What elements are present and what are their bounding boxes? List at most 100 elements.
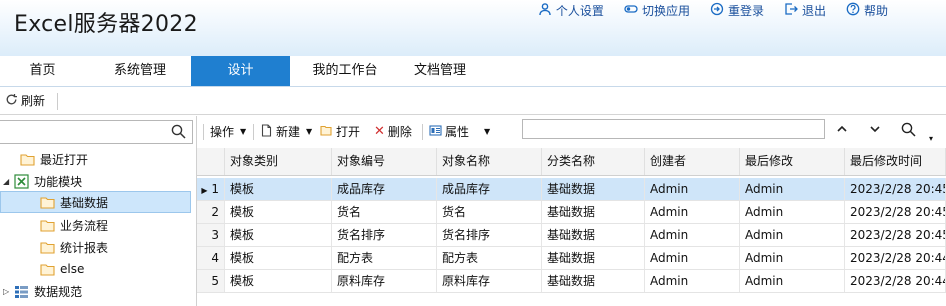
refresh-button[interactable]: 刷新 — [5, 92, 45, 109]
table-cell[interactable]: Admin — [645, 224, 740, 246]
main-nav: 首页 系统管理 设计 我的工作台 文档管理 — [0, 56, 946, 87]
table-cell[interactable]: 模板 — [225, 201, 332, 223]
table-cell[interactable]: Admin — [645, 270, 740, 292]
personal-settings-link[interactable]: 个人设置 — [538, 2, 604, 19]
tree-item-business-process[interactable]: 业务流程 — [40, 214, 108, 236]
table-cell[interactable]: 模板 — [225, 178, 332, 200]
tree-item-function-modules[interactable]: ◢ 功能模块 — [3, 170, 82, 192]
table-cell[interactable]: 原料库存 — [332, 270, 437, 292]
column-header[interactable]: 最后修改时间 — [845, 148, 946, 175]
table-cell[interactable]: 基础数据 — [542, 247, 645, 269]
switch-app-link[interactable]: 切换应用 — [624, 2, 690, 19]
folder-icon — [20, 153, 35, 166]
table-cell[interactable]: 基础数据 — [542, 224, 645, 246]
properties-button[interactable]: 属性 ▼ — [429, 123, 490, 140]
table-cell[interactable]: Admin — [740, 201, 845, 223]
app-header: Excel服务器2022 个人设置 切换应用 重登录 退出 帮助 — [0, 0, 946, 60]
tab-design[interactable]: 设计 — [191, 56, 290, 86]
table-cell[interactable]: 2023/2/28 20:44 — [845, 247, 946, 269]
new-button[interactable]: 新建 ▼ — [260, 123, 312, 140]
table-cell[interactable]: Admin — [740, 178, 845, 200]
column-header[interactable]: 对象类别 — [225, 148, 332, 175]
table-row[interactable]: 5 模板 原料库存 原料库存 基础数据 Admin Admin 2023/2/2… — [197, 270, 946, 293]
table-cell[interactable]: Admin — [645, 247, 740, 269]
help-link[interactable]: 帮助 — [846, 2, 888, 19]
table-cell[interactable]: 模板 — [225, 224, 332, 246]
excel-icon — [14, 173, 29, 189]
table-row[interactable]: 4 模板 配方表 配方表 基础数据 Admin Admin 2023/2/28 … — [197, 247, 946, 270]
table-cell[interactable]: 2023/2/28 20:44 — [845, 270, 946, 292]
find-input[interactable] — [522, 119, 825, 139]
expand-arrow-icon[interactable]: ▷ — [3, 287, 9, 296]
tab-system-management[interactable]: 系统管理 — [85, 56, 195, 86]
row-number: 4 — [197, 247, 225, 269]
table-cell[interactable]: 货名排序 — [437, 224, 542, 246]
table-cell[interactable]: 货名排序 — [332, 224, 437, 246]
table-cell[interactable]: Admin — [740, 247, 845, 269]
table-cell[interactable]: 配方表 — [437, 247, 542, 269]
find-search-button[interactable] — [901, 122, 919, 140]
delete-button[interactable]: ✕ 删除 — [374, 123, 412, 140]
row-number: 5 — [197, 270, 225, 292]
column-header[interactable]: 分类名称 — [542, 148, 645, 175]
table-cell[interactable]: Admin — [645, 178, 740, 200]
row-number: ▶ 1 — [197, 178, 225, 200]
table-cell[interactable]: 基础数据 — [542, 270, 645, 292]
table-cell[interactable]: 配方表 — [332, 247, 437, 269]
table-cell[interactable]: 货名 — [437, 201, 542, 223]
row-number-label: 1 — [211, 182, 219, 196]
tab-document-management[interactable]: 文档管理 — [400, 56, 480, 86]
table-cell[interactable]: 2023/2/28 20:45 — [845, 178, 946, 200]
table-cell[interactable]: 成品库存 — [437, 178, 542, 200]
toolbar-overflow-button[interactable]: ▾ — [929, 130, 941, 148]
column-header[interactable]: 创建者 — [645, 148, 740, 175]
tree-item-basic-data[interactable]: 基础数据 — [0, 191, 191, 213]
caret-down-icon: ▼ — [484, 127, 491, 136]
app-title: Excel服务器2022 — [14, 12, 198, 37]
user-links: 个人设置 切换应用 重登录 退出 帮助 — [538, 2, 888, 19]
folder-icon — [40, 241, 55, 254]
find-previous-button[interactable] — [835, 122, 853, 140]
tree-item-recent[interactable]: 最近打开 — [20, 148, 88, 170]
tab-home[interactable]: 首页 — [0, 56, 85, 86]
table-cell[interactable]: 模板 — [225, 270, 332, 292]
table-cell[interactable]: Admin — [740, 270, 845, 292]
table-cell[interactable]: 货名 — [332, 201, 437, 223]
toolbar-separator — [253, 124, 254, 140]
relogin-link[interactable]: 重登录 — [710, 2, 764, 19]
exit-link[interactable]: 退出 — [784, 2, 826, 19]
table-cell[interactable]: 成品库存 — [332, 178, 437, 200]
grid-toolbar: 操作 ▼ 新建 ▼ 打开 ✕ 删除 属性 ▼ ▾ — [197, 116, 946, 146]
personal-settings-label: 个人设置 — [555, 4, 604, 18]
object-tree: 最近打开 ◢ 功能模块 基础数据 业务流程 统计报表 else ▷ 数据规范 — [0, 148, 196, 306]
table-row[interactable]: ▶ 1 模板 成品库存 成品库存 基础数据 Admin Admin 2023/2… — [197, 178, 946, 201]
column-header[interactable]: 对象编号 — [332, 148, 437, 175]
table-cell[interactable]: 原料库存 — [437, 270, 542, 292]
tree-search-field[interactable] — [0, 120, 193, 144]
table-row[interactable]: 2 模板 货名 货名 基础数据 Admin Admin 2023/2/28 20… — [197, 201, 946, 224]
table-cell[interactable]: Admin — [740, 224, 845, 246]
table-row[interactable]: 3 模板 货名排序 货名排序 基础数据 Admin Admin 2023/2/2… — [197, 224, 946, 247]
table-cell[interactable]: 基础数据 — [542, 201, 645, 223]
operate-menu-button[interactable]: 操作 ▼ — [210, 123, 246, 140]
tab-my-workbench[interactable]: 我的工作台 — [290, 56, 400, 86]
column-header[interactable]: 最后修改 — [740, 148, 845, 175]
table-cell[interactable]: 模板 — [225, 247, 332, 269]
table-cell[interactable]: 2023/2/28 20:45 — [845, 201, 946, 223]
current-row-icon: ▶ — [201, 186, 208, 195]
column-header[interactable]: 对象名称 — [437, 148, 542, 175]
folder-icon — [40, 196, 55, 209]
toggle-icon — [624, 2, 638, 19]
expand-arrow-icon[interactable]: ◢ — [3, 177, 9, 186]
tree-item-else[interactable]: else — [40, 258, 84, 280]
tree-item-statistics-report[interactable]: 统计报表 — [40, 236, 108, 258]
open-button[interactable]: 打开 — [320, 123, 360, 140]
row-header-corner — [197, 148, 225, 175]
find-next-button[interactable] — [868, 122, 886, 140]
table-cell[interactable]: 基础数据 — [542, 178, 645, 200]
tree-item-data-standards[interactable]: ▷ 数据规范 — [3, 280, 82, 302]
operate-label: 操作 — [210, 125, 235, 139]
grid-header: 对象类别 对象编号 对象名称 分类名称 创建者 最后修改 最后修改时间 — [197, 148, 946, 176]
table-cell[interactable]: 2023/2/28 20:45 — [845, 224, 946, 246]
table-cell[interactable]: Admin — [645, 201, 740, 223]
